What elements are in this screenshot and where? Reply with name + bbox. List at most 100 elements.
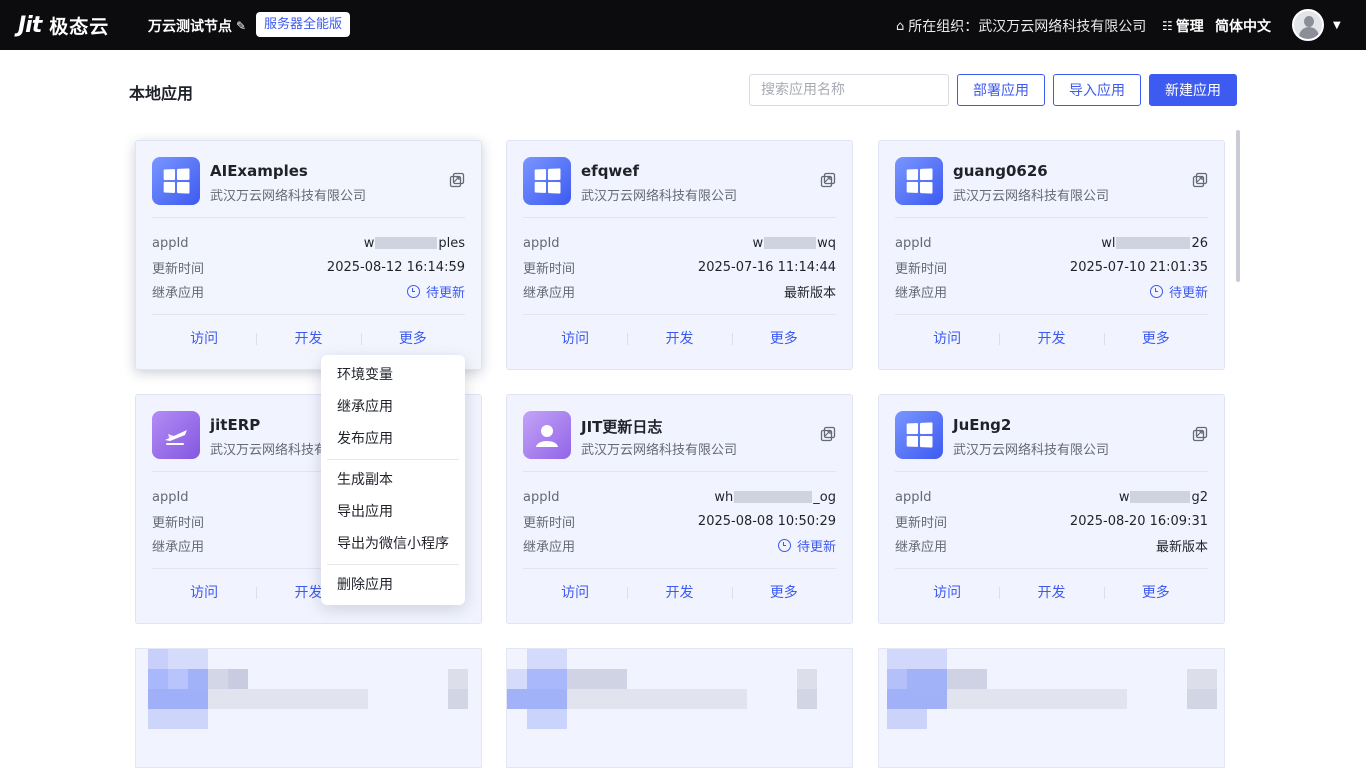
- menu-divider: [327, 459, 459, 460]
- more-menu: 环境变量 继承应用 发布应用 生成副本 导出应用 导出为微信小程序 删除应用: [321, 355, 465, 605]
- copy-icon[interactable]: [820, 426, 836, 442]
- more-button[interactable]: 更多: [1103, 581, 1208, 605]
- inherit-label: 继承应用: [152, 285, 205, 301]
- search-input[interactable]: [749, 74, 949, 106]
- inherit-label: 继承应用: [895, 539, 948, 555]
- app-id-value: w wq: [752, 235, 836, 251]
- new-app-button[interactable]: 新建应用: [1149, 74, 1237, 106]
- chevron-down-icon[interactable]: ▼: [1333, 20, 1341, 31]
- menu-item-export-wechat[interactable]: 导出为微信小程序: [321, 528, 465, 560]
- language-selector[interactable]: 简体中文: [1215, 16, 1271, 36]
- app-id-row: appId wh _og: [523, 488, 836, 506]
- more-button[interactable]: 更多: [731, 327, 836, 351]
- updated-row: 更新时间 2025-07-10 21:01:35: [895, 258, 1208, 277]
- inherit-row: 继承应用 待更新: [523, 536, 836, 555]
- app-card[interactable]: AIExamples 武汉万云网络科技有限公司 appId w ples 更新时间…: [135, 140, 482, 370]
- import-app-button[interactable]: 导入应用: [1053, 74, 1141, 106]
- top-bar: Jit 极态云 万云测试节点 ✎ 服务器全能版 ⌂ 所在组织：武汉万云网络科技有…: [0, 0, 1366, 50]
- card-actions: 访问 开发 更多: [152, 327, 465, 351]
- app-id-label: appId: [523, 489, 560, 505]
- obscured-app-card[interactable]: [506, 648, 853, 768]
- menu-item-publish-app[interactable]: 发布应用: [321, 423, 465, 455]
- visit-button[interactable]: 访问: [523, 327, 627, 351]
- copy-icon[interactable]: [449, 172, 465, 188]
- divider: [152, 314, 465, 315]
- settings-sliders-icon: ☷: [1162, 19, 1173, 33]
- app-org: 武汉万云网络科技有限公司: [581, 443, 738, 458]
- app-id-row: appId w wq: [523, 234, 836, 252]
- obscured-app-card[interactable]: [878, 648, 1225, 768]
- avatar-head: [1304, 16, 1314, 27]
- update-pending-link[interactable]: 待更新: [777, 536, 836, 555]
- card-actions: 访问 开发 更多: [523, 581, 836, 605]
- windows-icon: [523, 157, 571, 205]
- card-actions: 访问 开发 更多: [523, 327, 836, 351]
- app-org: 武汉万云网络科技有限公司: [581, 189, 738, 204]
- more-button[interactable]: 更多: [360, 327, 465, 351]
- inherit-row: 继承应用 最新版本: [523, 282, 836, 301]
- copy-icon[interactable]: [820, 172, 836, 188]
- app-name: JIT更新日志: [581, 418, 663, 436]
- develop-button[interactable]: 开发: [256, 327, 360, 351]
- deploy-app-button[interactable]: 部署应用: [957, 74, 1045, 106]
- updated-label: 更新时间: [152, 515, 205, 531]
- windows-icon: [152, 157, 200, 205]
- copy-icon[interactable]: [1192, 426, 1208, 442]
- airplane-icon: [152, 411, 200, 459]
- develop-button[interactable]: 开发: [627, 581, 731, 605]
- update-pending-link[interactable]: 待更新: [406, 282, 465, 301]
- updated-value: 2025-07-10 21:01:35: [1069, 259, 1208, 275]
- menu-item-duplicate[interactable]: 生成副本: [321, 464, 465, 496]
- app-id-row: appId wl 26: [895, 234, 1208, 252]
- app-id-value: w g2: [1118, 489, 1208, 505]
- visit-button[interactable]: 访问: [152, 581, 256, 605]
- divider: [895, 471, 1208, 472]
- visit-button[interactable]: 访问: [895, 327, 999, 351]
- avatar[interactable]: [1292, 9, 1324, 41]
- manage-button[interactable]: ☷ 管理: [1162, 16, 1204, 36]
- copy-icon[interactable]: [1192, 172, 1208, 188]
- org-selector[interactable]: ⌂ 所在组织：武汉万云网络科技有限公司: [896, 16, 1146, 36]
- menu-item-inherit-app[interactable]: 继承应用: [321, 391, 465, 423]
- updated-label: 更新时间: [895, 515, 948, 531]
- app-card[interactable]: JIT更新日志 武汉万云网络科技有限公司 appId wh _og 更新时间 20…: [506, 394, 853, 624]
- logo[interactable]: Jit 极态云: [18, 12, 109, 38]
- page-title: 本地应用: [129, 84, 194, 103]
- updated-value: 2025-08-20 16:09:31: [1069, 513, 1208, 529]
- inherit-label: 继承应用: [895, 285, 948, 301]
- develop-button[interactable]: 开发: [627, 327, 731, 351]
- updated-row: 更新时间 2025-08-08 10:50:29: [523, 512, 836, 531]
- app-org: 武汉万云网络科技有限公司: [953, 443, 1110, 458]
- more-button[interactable]: 更多: [731, 581, 836, 605]
- updated-value: 2025-08-08 10:50:29: [697, 513, 836, 529]
- node-name[interactable]: 万云测试节点 ✎: [148, 16, 246, 36]
- updated-label: 更新时间: [523, 261, 576, 277]
- app-name: jitERP: [210, 416, 261, 434]
- app-id-label: appId: [152, 489, 189, 505]
- app-id-value: wl 26: [1101, 235, 1208, 251]
- scrollbar-thumb[interactable]: [1236, 130, 1240, 282]
- app-card[interactable]: efqwef 武汉万云网络科技有限公司 appId w wq 更新时间 2025-…: [506, 140, 853, 370]
- update-pending-link[interactable]: 待更新: [1149, 282, 1208, 301]
- updated-label: 更新时间: [523, 515, 576, 531]
- visit-button[interactable]: 访问: [523, 581, 627, 605]
- clock-icon: [1149, 284, 1163, 298]
- menu-item-delete-app[interactable]: 删除应用: [321, 569, 465, 601]
- app-org: 武汉万云网络科技有限公司: [210, 189, 367, 204]
- visit-button[interactable]: 访问: [152, 327, 256, 351]
- app-id-label: appId: [895, 235, 932, 251]
- menu-item-export-app[interactable]: 导出应用: [321, 496, 465, 528]
- edit-icon[interactable]: ✎: [236, 19, 246, 33]
- app-card[interactable]: guang0626 武汉万云网络科技有限公司 appId wl 26 更新时间 2…: [878, 140, 1225, 370]
- menu-item-env-vars[interactable]: 环境变量: [321, 359, 465, 391]
- more-button[interactable]: 更多: [1103, 327, 1208, 351]
- visit-button[interactable]: 访问: [895, 581, 999, 605]
- latest-version-label: 最新版本: [1155, 539, 1208, 555]
- app-name: JuEng2: [953, 416, 1012, 434]
- develop-button[interactable]: 开发: [999, 581, 1103, 605]
- develop-button[interactable]: 开发: [999, 327, 1103, 351]
- logo-mark: Jit: [18, 12, 42, 38]
- obscured-app-card[interactable]: [135, 648, 482, 768]
- app-card[interactable]: JuEng2 武汉万云网络科技有限公司 appId w g2 更新时间 2025-…: [878, 394, 1225, 624]
- menu-divider: [327, 564, 459, 565]
